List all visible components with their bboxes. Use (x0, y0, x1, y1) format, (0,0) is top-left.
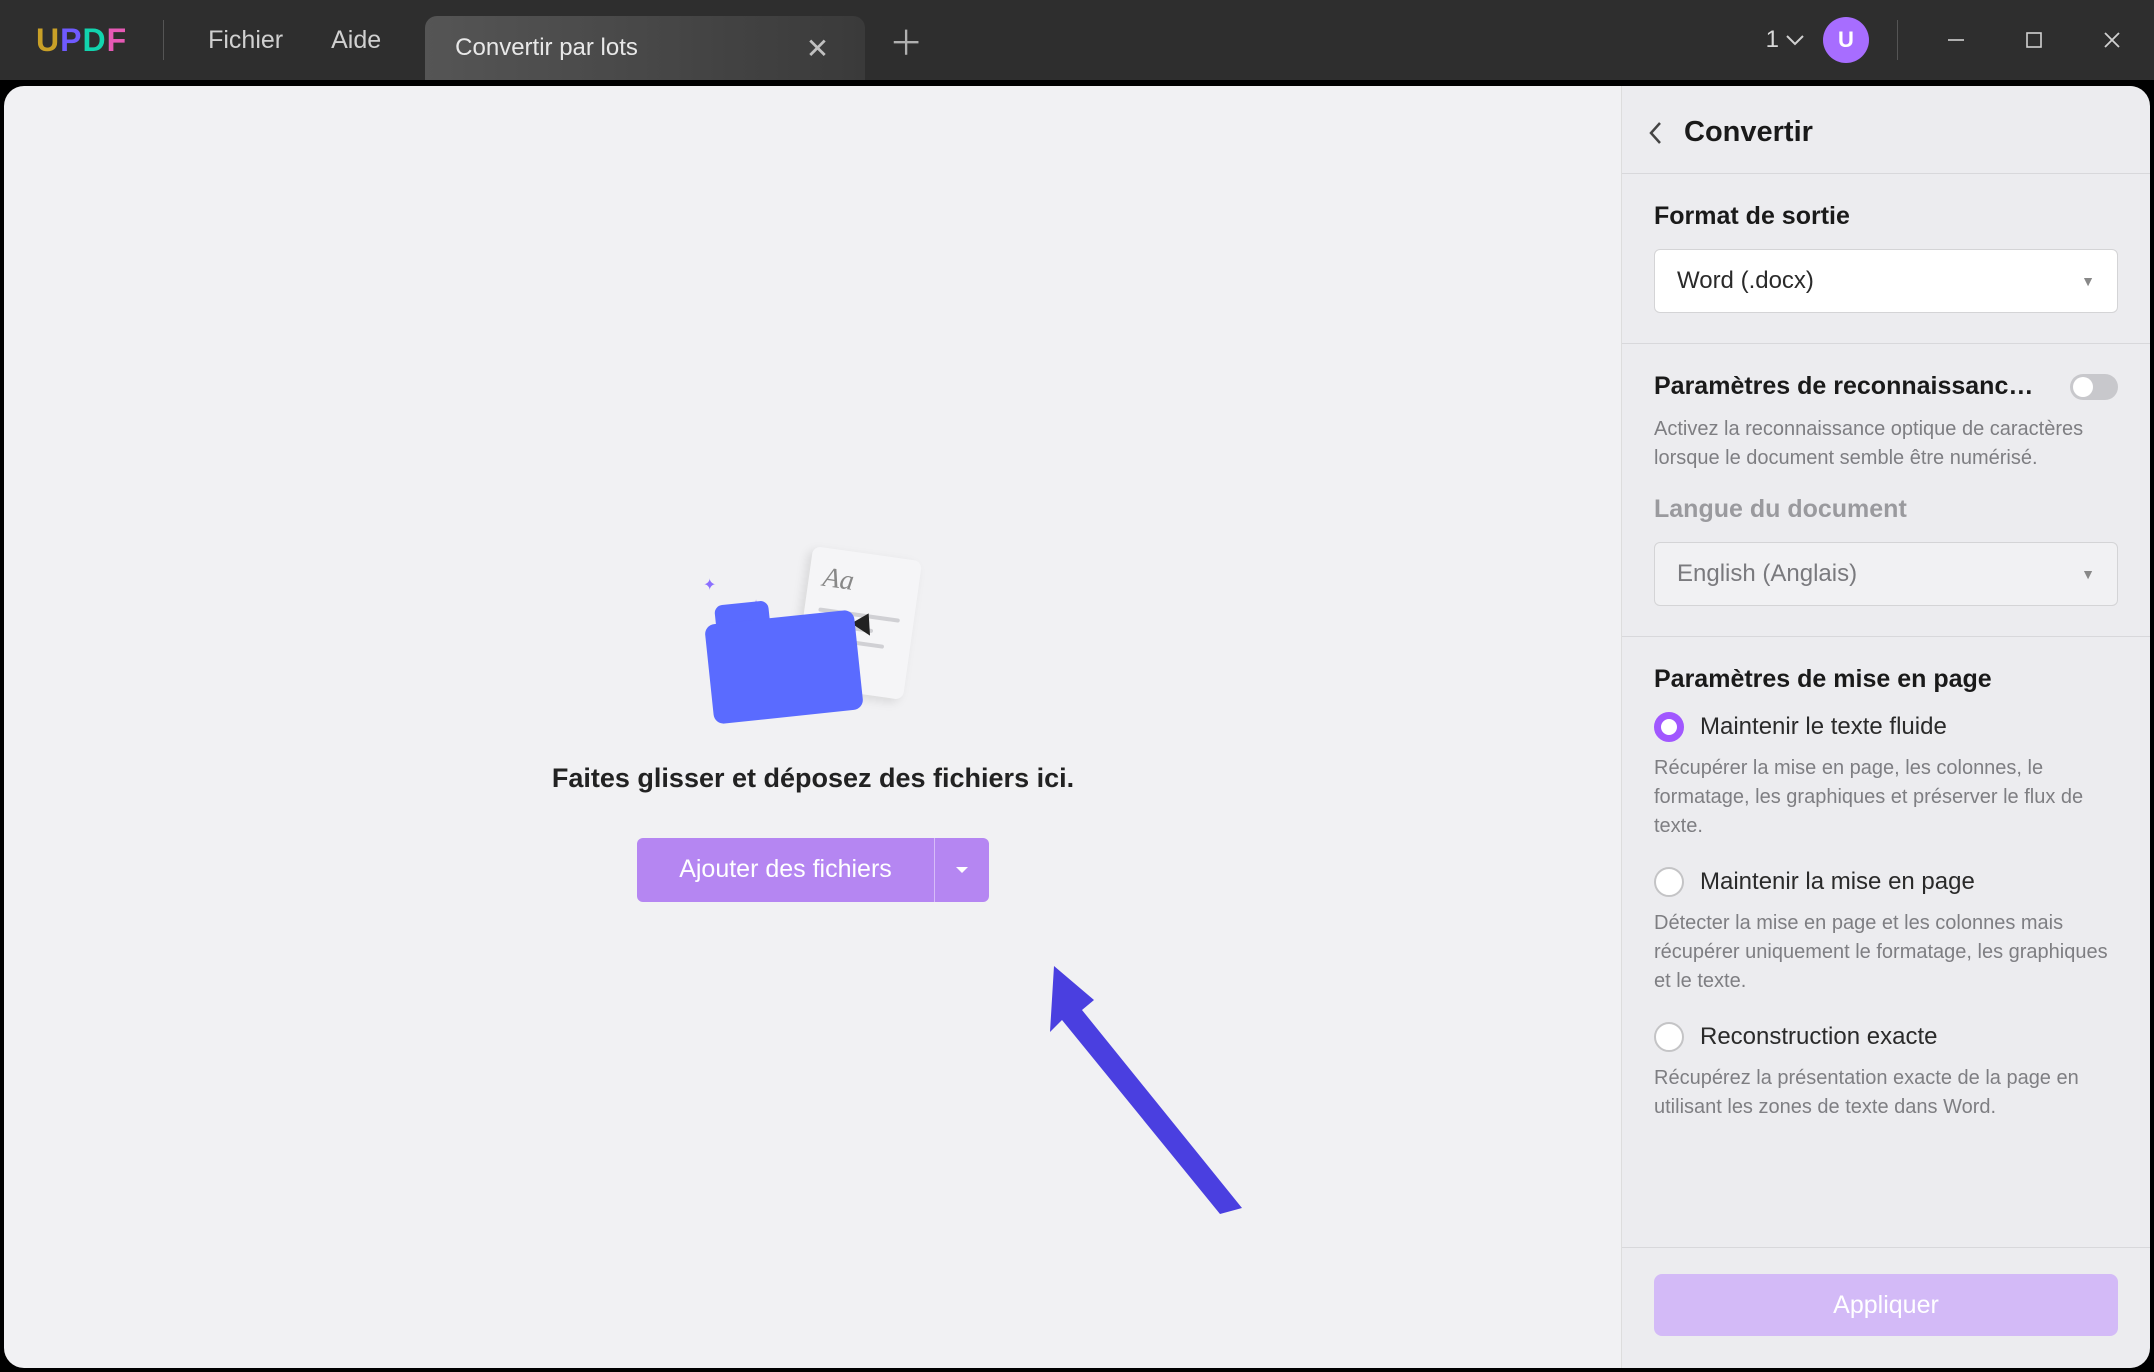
close-tab-icon[interactable]: ✕ (800, 32, 835, 65)
layout-label: Paramètres de mise en page (1654, 665, 2118, 694)
caret-down-icon: ▼ (2081, 273, 2095, 289)
main-menu: Fichier Aide (164, 26, 425, 55)
caret-down-icon (954, 864, 970, 876)
layout-opt2-desc: Détecter la mise en page et les colonnes… (1654, 909, 2118, 996)
layout-opt3-label: Reconstruction exacte (1700, 1023, 1937, 1051)
back-icon[interactable] (1646, 119, 1666, 147)
layout-option-keep[interactable]: Maintenir la mise en page (1654, 867, 2118, 897)
ocr-section: Paramètres de reconnaissance d… Activez … (1622, 372, 2150, 637)
doc-language-label: Langue du document (1654, 495, 2118, 524)
caret-down-icon: ▼ (2081, 566, 2095, 582)
panel-title: Convertir (1684, 116, 1813, 149)
layout-option-exact[interactable]: Reconstruction exacte (1654, 1022, 2118, 1052)
radio-icon[interactable] (1654, 712, 1684, 742)
ocr-label: Paramètres de reconnaissance d… (1654, 372, 2034, 401)
add-files-label[interactable]: Ajouter des fichiers (637, 838, 934, 902)
ocr-toggle[interactable] (2070, 374, 2118, 400)
titlebar-right: 1 U (1766, 0, 2142, 80)
titlebar: UPDF Fichier Aide Convertir par lots ✕ ＋… (0, 0, 2154, 80)
user-avatar[interactable]: U (1823, 17, 1869, 63)
layout-opt2-label: Maintenir la mise en page (1700, 868, 1975, 896)
output-format-value: Word (.docx) (1677, 267, 1814, 295)
close-window-button[interactable] (2082, 10, 2142, 70)
minimize-button[interactable] (1926, 10, 1986, 70)
divider (1897, 20, 1898, 60)
add-files-button[interactable]: Ajouter des fichiers (637, 838, 989, 902)
radio-icon[interactable] (1654, 1022, 1684, 1052)
output-format-label: Format de sortie (1654, 202, 2118, 231)
layout-option-flowing[interactable]: Maintenir le texte fluide (1654, 712, 2118, 742)
drop-zone-text: Faites glisser et déposez des fichiers i… (552, 763, 1074, 794)
maximize-button[interactable] (2004, 10, 2064, 70)
annotation-arrow-icon (1034, 956, 1264, 1226)
tab-batch-convert[interactable]: Convertir par lots ✕ (425, 16, 865, 80)
drop-zone[interactable]: ✦ ✦ Faites glisser et déposez des fichie… (4, 86, 1622, 1368)
layout-opt1-desc: Récupérer la mise en page, les colonnes,… (1654, 754, 2118, 841)
radio-icon[interactable] (1654, 867, 1684, 897)
drop-illustration: ✦ ✦ (693, 553, 933, 733)
layout-opt3-desc: Récupérez la présentation exacte de la p… (1654, 1064, 2118, 1122)
apply-button[interactable]: Appliquer (1654, 1274, 2118, 1336)
window-count-dropdown[interactable]: 1 (1766, 26, 1805, 54)
doc-language-value: English (Anglais) (1677, 560, 1857, 588)
add-files-dropdown[interactable] (935, 838, 989, 902)
layout-section: Paramètres de mise en page Maintenir le … (1622, 665, 2150, 1178)
menu-help[interactable]: Aide (331, 26, 381, 55)
output-format-section: Format de sortie Word (.docx) ▼ (1622, 202, 2150, 344)
doc-language-select: English (Anglais) ▼ (1654, 542, 2118, 606)
tab-label: Convertir par lots (455, 34, 638, 62)
ocr-hint: Activez la reconnaissance optique de car… (1654, 415, 2118, 473)
panel-header: Convertir (1622, 116, 2150, 174)
window-count-value: 1 (1766, 26, 1779, 54)
apply-bar: Appliquer (1622, 1247, 2150, 1368)
menu-file[interactable]: Fichier (208, 26, 283, 55)
output-format-select[interactable]: Word (.docx) ▼ (1654, 249, 2118, 313)
convert-panel: Convertir Format de sortie Word (.docx) … (1622, 86, 2150, 1368)
chevron-down-icon (1785, 33, 1805, 47)
layout-opt1-label: Maintenir le texte fluide (1700, 713, 1947, 741)
app-logo: UPDF (0, 22, 163, 59)
content: ✦ ✦ Faites glisser et déposez des fichie… (0, 80, 2154, 1372)
add-tab-icon[interactable]: ＋ (865, 16, 947, 65)
